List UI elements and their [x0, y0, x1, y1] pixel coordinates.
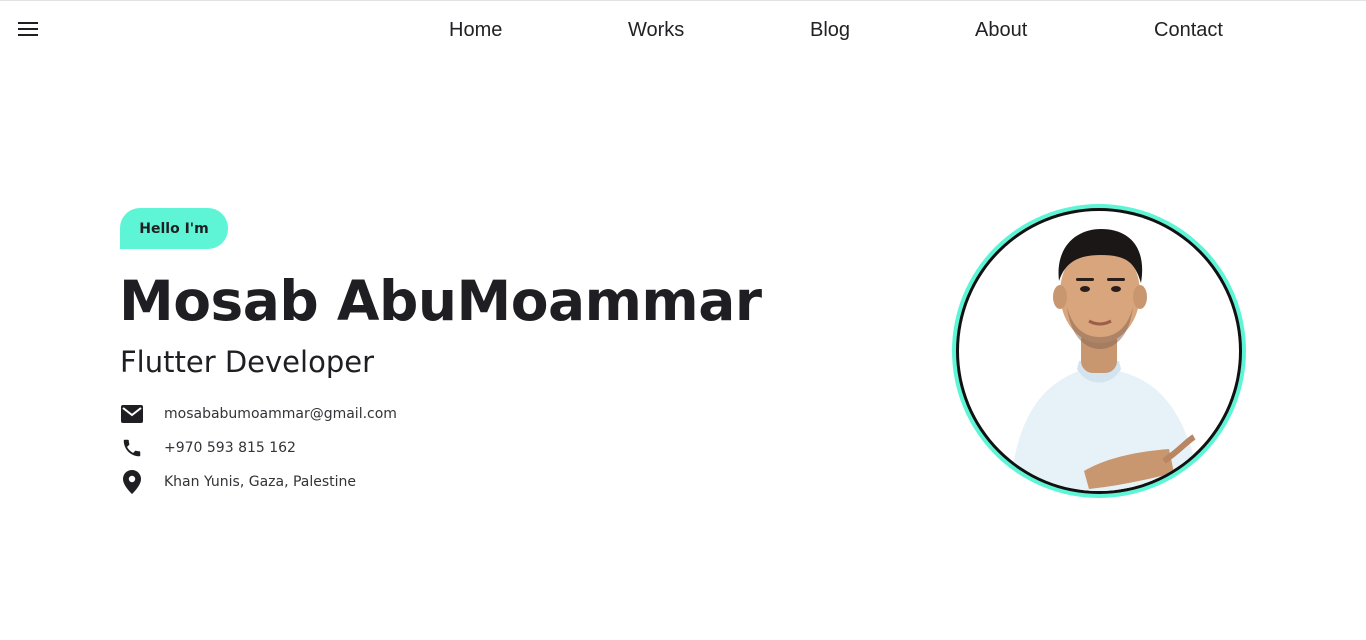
contact-phone-row[interactable]: +970 593 815 162: [120, 436, 296, 460]
nav-item-about[interactable]: About: [975, 19, 1027, 42]
greeting-badge: Hello I'm: [120, 208, 228, 249]
top-nav: Home Works Blog About Contact: [0, 1, 1366, 61]
contact-email-row[interactable]: mosababumoammar@gmail.com: [120, 402, 397, 426]
menu-button[interactable]: [14, 16, 42, 44]
nav-item-works[interactable]: Works: [628, 19, 684, 42]
avatar-ring: [956, 208, 1242, 494]
location-pin-icon: [120, 470, 144, 494]
nav-item-home[interactable]: Home: [449, 19, 502, 42]
profile-name: Mosab AbuMoammar: [119, 269, 762, 333]
profile-photo: [959, 211, 1239, 491]
contact-email-text[interactable]: mosababumoammar@gmail.com: [164, 406, 397, 422]
contact-location-row: Khan Yunis, Gaza, Palestine: [120, 470, 356, 494]
menu-icon: [18, 21, 38, 40]
nav-item-blog[interactable]: Blog: [810, 19, 850, 42]
avatar: [952, 204, 1246, 498]
contact-location-text: Khan Yunis, Gaza, Palestine: [164, 474, 357, 490]
email-icon: [120, 402, 144, 426]
profile-role: Flutter Developer: [120, 345, 374, 379]
contact-phone-text[interactable]: +970 593 815 162: [164, 440, 296, 456]
nav-item-contact[interactable]: Contact: [1154, 19, 1223, 42]
page: Home Works Blog About Contact Hello I'm …: [0, 0, 1366, 640]
phone-icon: [120, 436, 144, 460]
